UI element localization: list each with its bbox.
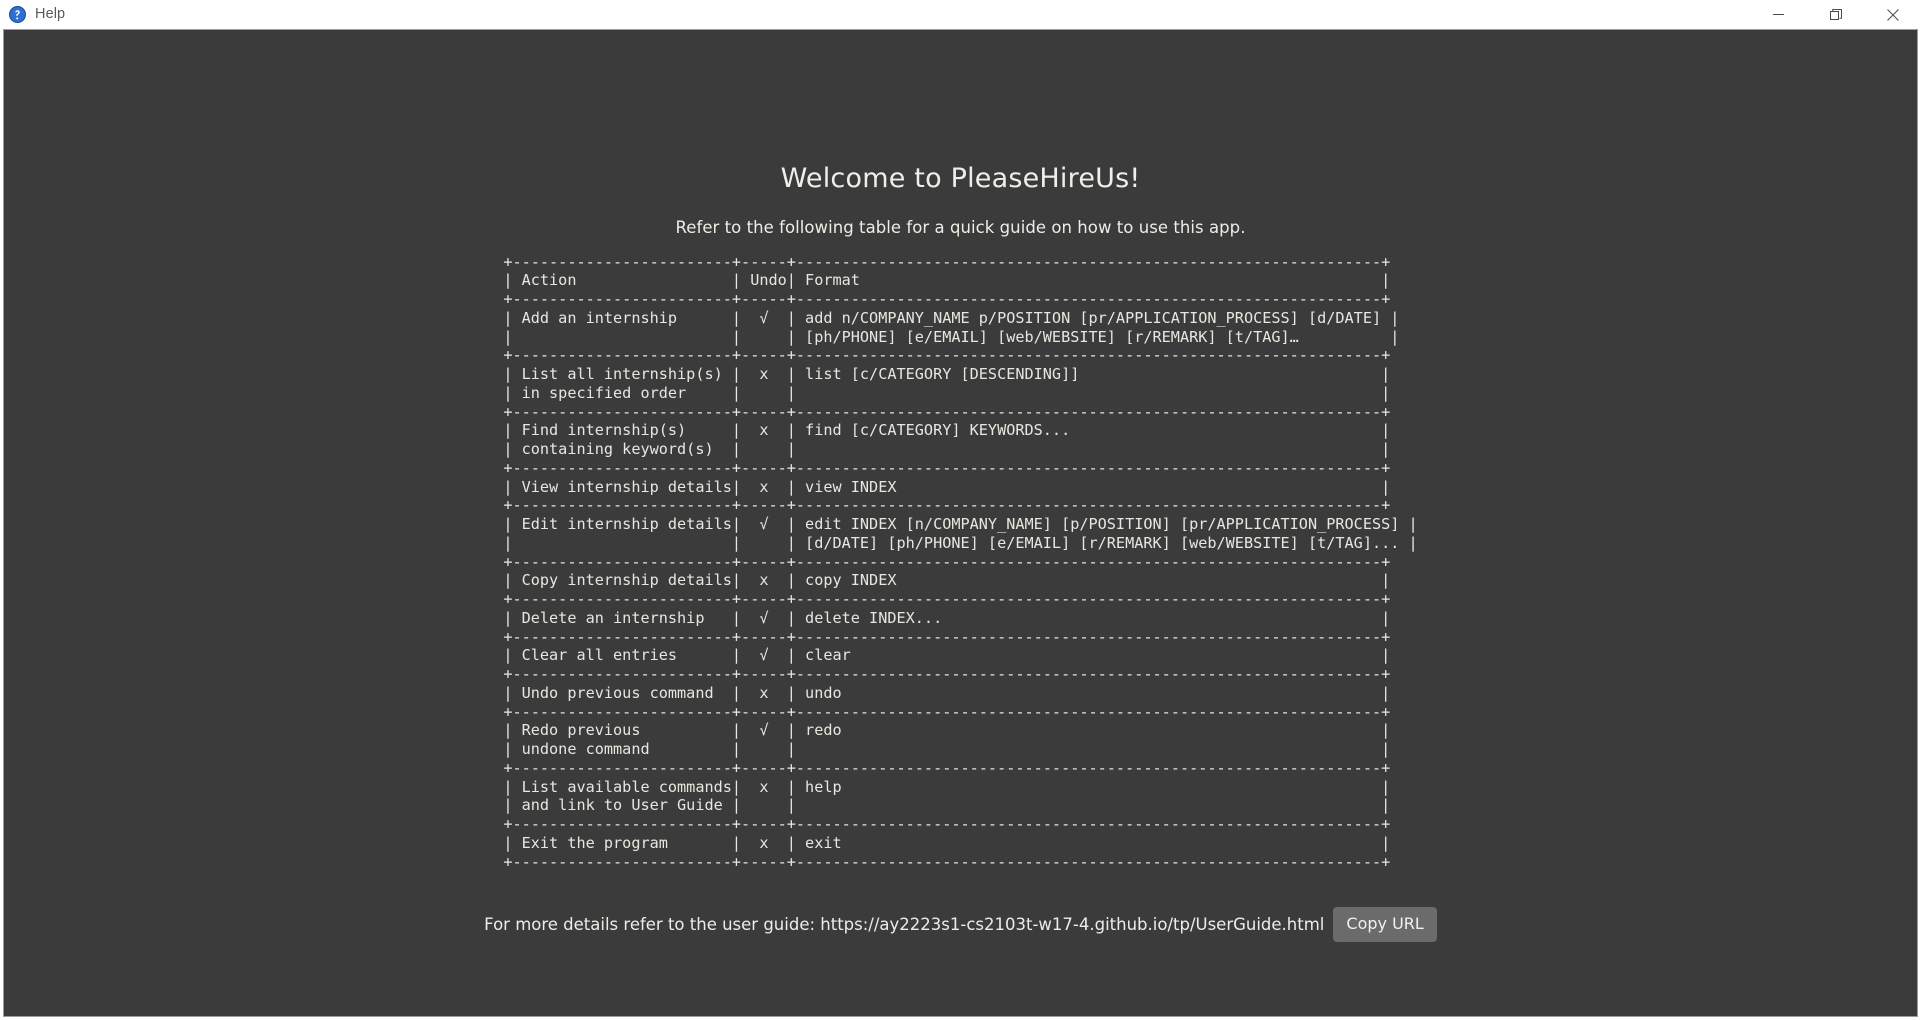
window-titlebar: Help bbox=[0, 0, 1921, 29]
maximize-button[interactable] bbox=[1807, 0, 1864, 29]
titlebar-left-group: Help bbox=[0, 6, 65, 23]
user-guide-text: For more details refer to the user guide… bbox=[484, 914, 1325, 934]
page-title: Welcome to PleaseHireUs! bbox=[780, 163, 1141, 194]
help-body: Welcome to PleaseHireUs! Refer to the fo… bbox=[4, 30, 1917, 943]
window-title: Help bbox=[35, 5, 66, 22]
content-wrapper: Welcome to PleaseHireUs! Refer to the fo… bbox=[0, 29, 1921, 1020]
help-question-icon bbox=[9, 6, 26, 23]
window-controls bbox=[1750, 0, 1921, 29]
close-button[interactable] bbox=[1864, 0, 1921, 29]
footer-row: For more details refer to the user guide… bbox=[484, 907, 1437, 943]
minimize-icon bbox=[1773, 9, 1784, 20]
help-window: Help Welcome to PleaseHireUs! Refer to t… bbox=[0, 0, 1921, 1020]
page-subtitle: Refer to the following table for a quick… bbox=[675, 218, 1246, 237]
minimize-button[interactable] bbox=[1750, 0, 1807, 29]
restore-icon bbox=[1829, 8, 1842, 21]
command-summary-table: +------------------------+-----+--------… bbox=[503, 252, 1418, 871]
help-content-panel: Welcome to PleaseHireUs! Refer to the fo… bbox=[3, 29, 1918, 1017]
copy-url-button[interactable]: Copy URL bbox=[1333, 907, 1437, 943]
close-icon bbox=[1886, 8, 1899, 21]
